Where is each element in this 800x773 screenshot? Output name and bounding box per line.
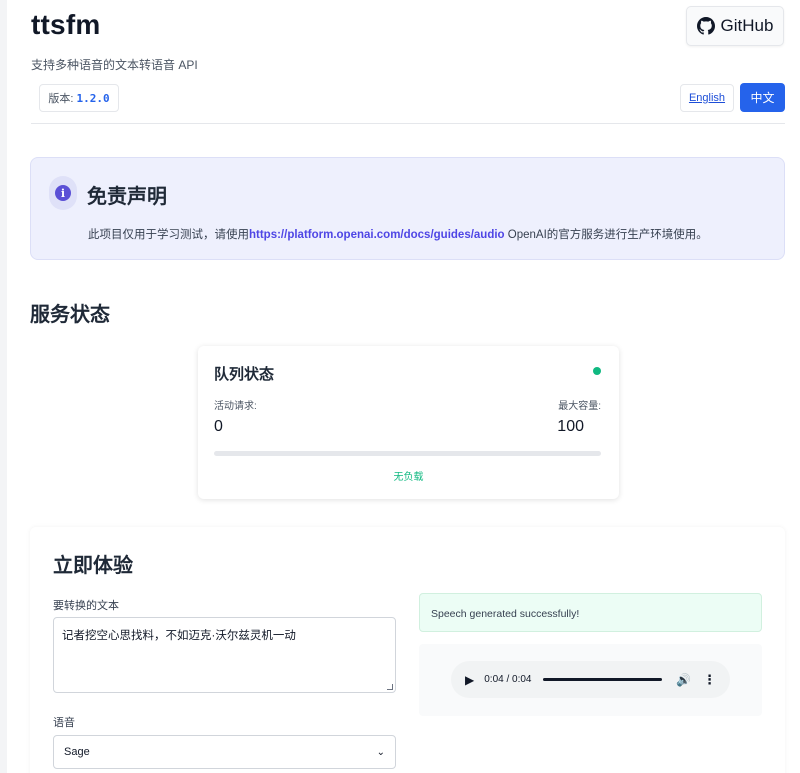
disclaimer-text: 此项目仅用于学习测试，请使用https://platform.openai.co… <box>88 226 708 242</box>
queue-status-card: 队列状态 活动请求: 最大容量: 0 100 无负载 <box>198 346 619 499</box>
voice-select-value: Sage <box>64 746 90 758</box>
success-message: Speech generated successfully! <box>419 593 762 632</box>
volume-icon[interactable]: 🔊 <box>676 673 691 687</box>
info-icon: i <box>49 176 77 210</box>
version-badge: 版本: 1.2.0 <box>39 84 119 112</box>
left-scroll-edge <box>0 0 7 773</box>
queue-load-bar <box>214 451 601 456</box>
audio-progress-track[interactable] <box>542 678 663 681</box>
header-divider <box>31 123 785 124</box>
text-input-label: 要转换的文本 <box>53 600 119 612</box>
lang-chinese-button[interactable]: 中文 <box>740 83 785 112</box>
disclaimer-text-after: OpenAI的官方服务进行生产环境使用。 <box>504 229 708 241</box>
text-input-value: 记者挖空心思找料，不如迈克·沃尔兹灵机一动 <box>62 630 296 642</box>
resize-handle[interactable] <box>387 684 393 690</box>
queue-title: 队列状态 <box>214 366 275 383</box>
audio-player[interactable]: ▶ 0:04 / 0:04 🔊 ⋮ <box>451 661 730 698</box>
github-icon <box>696 17 715 35</box>
chevron-down-icon: ⌄ <box>376 746 385 758</box>
version-value: 1.2.0 <box>76 91 110 105</box>
more-options-icon[interactable]: ⋮ <box>703 672 716 688</box>
disclaimer-title: 免责声明 <box>87 186 167 208</box>
voice-label: 语音 <box>53 717 75 729</box>
active-requests-value: 0 <box>214 418 223 435</box>
queue-status-text: 无负载 <box>393 472 424 483</box>
app-title: ttsfm <box>31 9 101 40</box>
lang-english-button[interactable]: English <box>680 84 734 112</box>
github-button[interactable]: GitHub <box>686 6 784 46</box>
text-input[interactable]: 记者挖空心思找料，不如迈克·沃尔兹灵机一动 <box>53 617 396 693</box>
max-capacity-label: 最大容量: <box>558 401 601 412</box>
voice-select[interactable]: Sage ⌄ <box>53 735 396 769</box>
disclaimer-panel: i 免责声明 此项目仅用于学习测试，请使用https://platform.op… <box>30 157 785 260</box>
queue-status-dot <box>593 367 601 375</box>
active-requests-label: 活动请求: <box>214 401 257 412</box>
github-label: GitHub <box>720 16 774 35</box>
openai-docs-link[interactable]: https://platform.openai.com/docs/guides/… <box>249 229 505 241</box>
service-status-title: 服务状态 <box>30 304 110 326</box>
audio-container: ▶ 0:04 / 0:04 🔊 ⋮ <box>419 644 762 716</box>
play-icon[interactable]: ▶ <box>465 673 474 687</box>
app-tagline: 支持多种语音的文本转语音 API <box>31 58 198 72</box>
version-label: 版本: <box>48 93 74 105</box>
disclaimer-text-before: 此项目仅用于学习测试，请使用 <box>88 229 249 241</box>
audio-time: 0:04 / 0:04 <box>484 674 532 685</box>
try-now-title: 立即体验 <box>53 555 133 577</box>
max-capacity-value: 100 <box>557 418 584 435</box>
